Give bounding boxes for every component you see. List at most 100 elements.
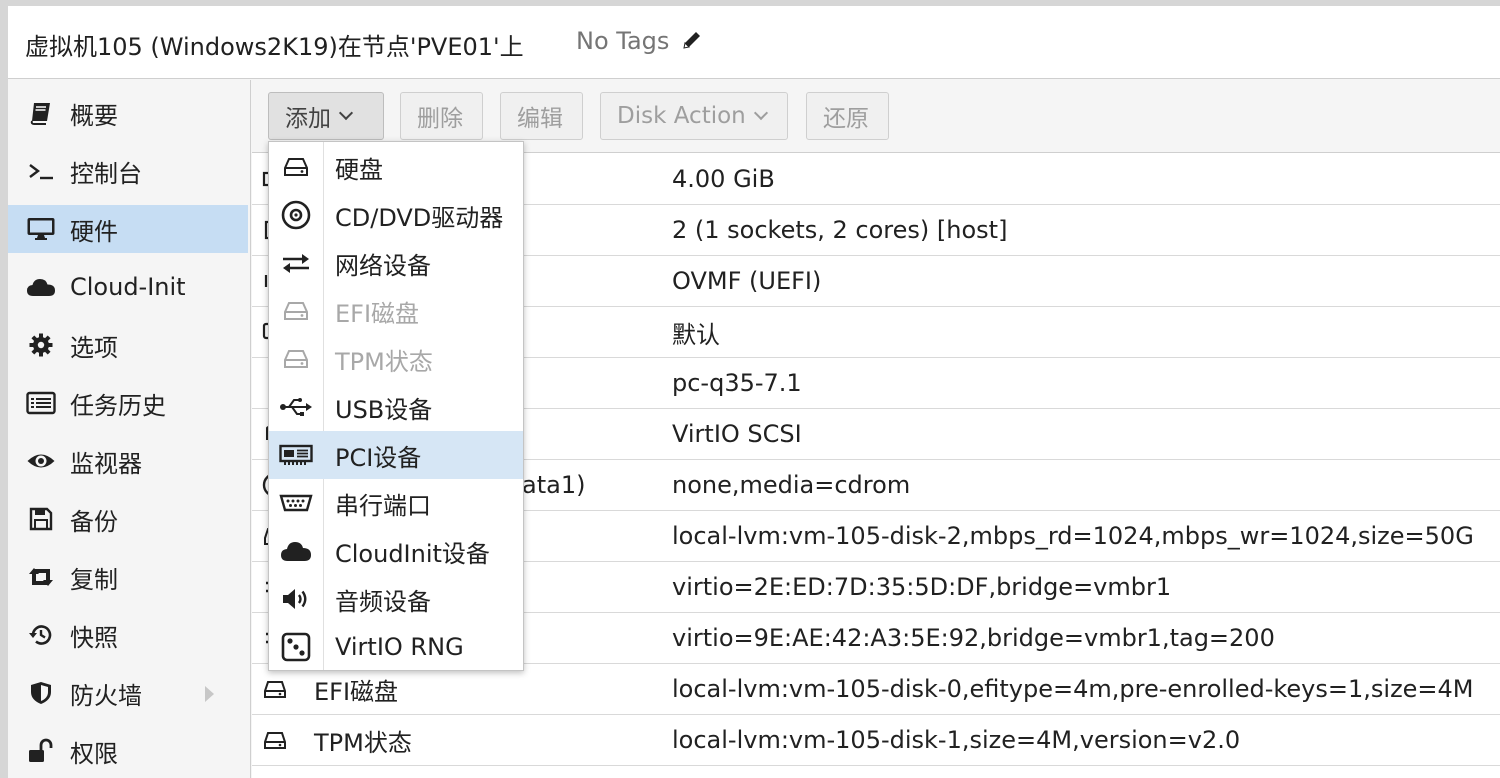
sidebar-item-label: 备份 xyxy=(70,507,118,536)
sidebar-item-summary[interactable]: 概要 xyxy=(8,89,248,137)
header: 虚拟机105 (Windows2K19)在节点'PVE01'上 No Tags xyxy=(8,6,1500,79)
sidebar-item-label: 快照 xyxy=(70,623,118,652)
sidebar-item-label: 防火墙 xyxy=(70,681,142,710)
add-button-label: 添加 xyxy=(285,106,331,132)
remove-button-label: 删除 xyxy=(417,106,463,132)
desktop-icon xyxy=(24,214,58,244)
menu-item-label: EFI磁盘 xyxy=(335,299,420,328)
menu-item-cd-dvd[interactable]: CD/DVD驱动器 xyxy=(269,191,523,239)
menu-item-virtio-rng[interactable]: VirtIO RNG xyxy=(269,623,523,671)
usb-icon xyxy=(277,390,315,424)
table-row[interactable]: TPM状态 local-lvm:vm-105-disk-1,size=4M,ve… xyxy=(252,715,1500,766)
menu-item-label: 串行端口 xyxy=(335,491,431,520)
menu-item-network-device[interactable]: 网络设备 xyxy=(269,239,523,287)
menu-item-label: TPM状态 xyxy=(335,347,433,376)
sidebar-item-label: 控制台 xyxy=(70,159,142,188)
sidebar-item-label: 权限 xyxy=(70,739,118,768)
book-icon xyxy=(24,98,58,128)
sidebar-item-label: 概要 xyxy=(70,101,118,130)
unlock-icon xyxy=(24,736,58,766)
dice-icon xyxy=(277,630,315,664)
sidebar-item-label: 任务历史 xyxy=(70,391,166,420)
row-value: VirtIO SCSI xyxy=(672,420,802,448)
hdd-icon xyxy=(277,342,315,376)
menu-item-cloudinit-device[interactable]: CloudInit设备 xyxy=(269,527,523,575)
sidebar-item-snapshots[interactable]: 快照 xyxy=(8,611,248,659)
menu-item-label: 硬盘 xyxy=(335,155,383,184)
app-frame: 虚拟机105 (Windows2K19)在节点'PVE01'上 No Tags … xyxy=(0,0,1500,778)
menu-item-usb-device[interactable]: USB设备 xyxy=(269,383,523,431)
edit-button[interactable]: 编辑 xyxy=(500,92,583,140)
eye-icon xyxy=(24,446,58,476)
hdd-icon xyxy=(277,294,315,328)
left-border xyxy=(0,0,8,778)
sidebar-item-label: 硬件 xyxy=(70,217,118,246)
sidebar-nav: 概要 控制台 硬件 Cloud-Init 选项 任务历史 监视器 备份 复制 快… xyxy=(8,80,251,778)
sidebar-item-label: 选项 xyxy=(70,333,118,362)
sidebar-item-label: Cloud-Init xyxy=(70,273,186,301)
serial-port-icon xyxy=(277,486,315,520)
menu-item-label: 音频设备 xyxy=(335,587,431,616)
row-value: 2 (1 sockets, 2 cores) [host] xyxy=(672,216,1008,244)
retweet-icon xyxy=(24,562,58,592)
hdd-icon xyxy=(277,150,315,184)
sidebar-item-backup[interactable]: 备份 xyxy=(8,495,248,543)
sidebar-item-label: 复制 xyxy=(70,565,118,594)
sidebar-item-cloud-init[interactable]: Cloud-Init xyxy=(8,263,248,311)
sidebar-item-label: 监视器 xyxy=(70,449,142,478)
pencil-icon[interactable] xyxy=(681,29,703,51)
menu-item-tpm-state[interactable]: TPM状态 xyxy=(269,335,523,383)
sidebar-item-hardware[interactable]: 硬件 xyxy=(8,205,248,253)
edit-button-label: 编辑 xyxy=(517,106,563,132)
floppy-icon xyxy=(24,504,58,534)
disc-icon xyxy=(277,198,315,232)
history-icon xyxy=(24,620,58,650)
sidebar-item-monitor[interactable]: 监视器 xyxy=(8,437,248,485)
sidebar-item-console[interactable]: 控制台 xyxy=(8,147,248,195)
remove-button[interactable]: 删除 xyxy=(400,92,483,140)
row-value: none,media=cdrom xyxy=(672,471,911,499)
chevron-down-icon xyxy=(753,105,768,121)
row-name: TPM状态 xyxy=(314,728,412,757)
sidebar-item-options[interactable]: 选项 xyxy=(8,321,248,369)
pci-card-icon xyxy=(277,438,315,472)
row-name: ata1) xyxy=(522,471,586,499)
shield-icon xyxy=(24,678,58,708)
add-button[interactable]: 添加 xyxy=(268,92,384,140)
menu-item-hard-disk[interactable]: 硬盘 xyxy=(269,143,523,191)
cloud-icon xyxy=(24,272,58,302)
menu-item-label: CloudInit设备 xyxy=(335,539,490,568)
volume-icon xyxy=(277,582,315,616)
menu-item-pci-device[interactable]: PCI设备 xyxy=(269,431,523,479)
row-value: local-lvm:vm-105-disk-0,efitype=4m,pre-e… xyxy=(672,675,1474,703)
revert-button[interactable]: 还原 xyxy=(806,92,889,140)
sidebar-item-replication[interactable]: 复制 xyxy=(8,553,248,601)
sidebar-item-firewall[interactable]: 防火墙 xyxy=(8,669,248,717)
revert-button-label: 还原 xyxy=(823,106,869,132)
row-value: 4.00 GiB xyxy=(672,165,775,193)
row-value: pc-q35-7.1 xyxy=(672,369,802,397)
row-value: virtio=9E:AE:42:A3:5E:92,bridge=vmbr1,ta… xyxy=(672,624,1275,652)
page-title: 虚拟机105 (Windows2K19)在节点'PVE01'上 xyxy=(25,33,524,61)
tags-label: No Tags xyxy=(576,27,670,55)
sidebar-item-task-history[interactable]: 任务历史 xyxy=(8,379,248,427)
tags-editor[interactable]: No Tags xyxy=(576,27,703,55)
row-name: EFI磁盘 xyxy=(314,677,399,706)
menu-item-audio-device[interactable]: 音频设备 xyxy=(269,575,523,623)
menu-item-label: CD/DVD驱动器 xyxy=(335,203,504,232)
menu-item-efi-disk[interactable]: EFI磁盘 xyxy=(269,287,523,335)
cloud-icon xyxy=(277,534,315,568)
row-value: 默认 xyxy=(672,320,720,349)
sidebar-item-permissions[interactable]: 权限 xyxy=(8,727,248,775)
hdd-icon xyxy=(262,676,288,702)
row-value: virtio=2E:ED:7D:35:5D:DF,bridge=vmbr1 xyxy=(672,573,1172,601)
gear-icon xyxy=(24,330,58,360)
expand-arrow-icon[interactable] xyxy=(205,686,214,702)
chevron-down-icon xyxy=(338,105,354,121)
menu-item-label: 网络设备 xyxy=(335,251,431,280)
disk-action-button[interactable]: Disk Action xyxy=(600,92,788,140)
list-icon xyxy=(24,388,58,418)
row-value: local-lvm:vm-105-disk-2,mbps_rd=1024,mbp… xyxy=(672,522,1474,550)
menu-item-serial-port[interactable]: 串行端口 xyxy=(269,479,523,527)
table-row[interactable]: EFI磁盘 local-lvm:vm-105-disk-0,efitype=4m… xyxy=(252,664,1500,715)
